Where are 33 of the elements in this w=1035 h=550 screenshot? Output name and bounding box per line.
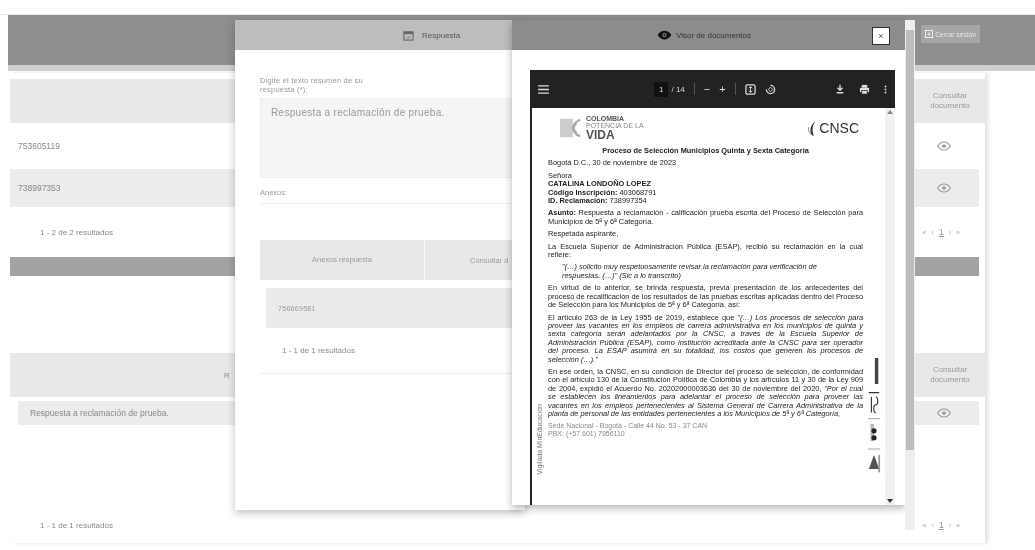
eye-icon (657, 30, 672, 40)
scrollbar[interactable] (885, 108, 895, 505)
logo-text: VIDA (586, 129, 616, 141)
close-button[interactable]: × (872, 27, 890, 45)
rotate-icon[interactable] (764, 83, 776, 95)
page-number[interactable]: 1 (938, 227, 944, 237)
dialog-title: Visor de documentos (676, 30, 751, 40)
results-count: 1 - 1 de 1 resultados (40, 520, 113, 530)
eye-icon[interactable] (937, 141, 951, 151)
page-number-field[interactable]: 1 (654, 81, 669, 97)
plant-logo-icon (807, 119, 818, 137)
table-cell: 738997353 (18, 183, 61, 193)
download-icon[interactable] (835, 84, 845, 94)
results-count: 1 - 2 de 2 resultados (40, 227, 113, 237)
table-cell: Respuesta a reclamación de prueba. (30, 408, 169, 418)
page-number[interactable]: 1 (938, 520, 944, 530)
zoom-out-button[interactable]: − (703, 83, 711, 95)
column-header: Consultar documento (929, 91, 971, 111)
zoom-in-button[interactable]: + (719, 83, 726, 95)
arc-logo-icon (560, 117, 582, 139)
column-header: Consultar documento (929, 365, 971, 385)
plus-box-icon (925, 30, 934, 38)
more-options-icon[interactable] (884, 83, 887, 95)
menu-icon[interactable] (538, 84, 549, 94)
fit-page-icon[interactable] (744, 83, 756, 95)
logo-text: CNSC (819, 123, 859, 133)
scrollbar[interactable] (905, 20, 915, 530)
table-cell: 753605119 (18, 141, 60, 151)
page-count: / 14 (671, 84, 685, 94)
column-header: R (224, 370, 230, 380)
calendar-icon (403, 29, 414, 41)
dialog-title: Respuesta (422, 30, 461, 40)
print-icon[interactable] (859, 83, 870, 95)
